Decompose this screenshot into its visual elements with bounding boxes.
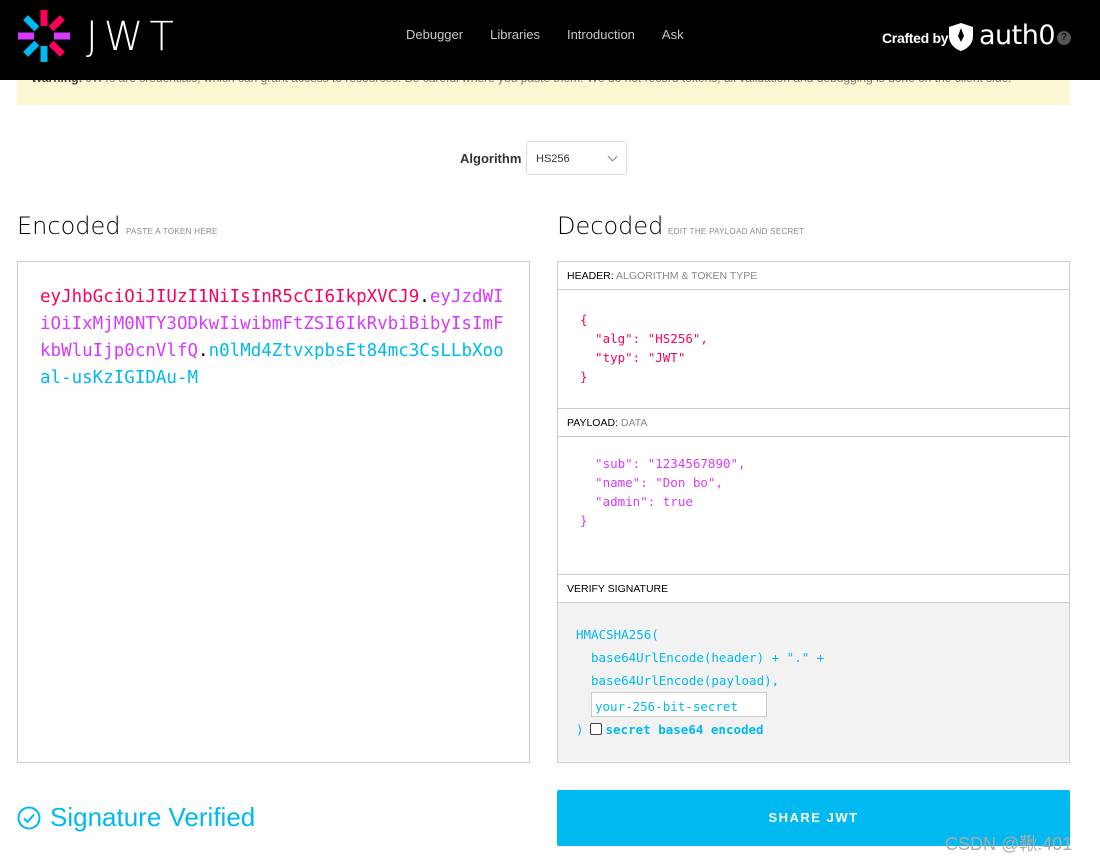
algorithm-select[interactable]: HS256 [526, 141, 627, 175]
watermark: CSDN @鞦.401 [945, 834, 1073, 854]
decoded-panel: HEADER: ALGORITHM & TOKEN TYPE { "alg": … [557, 261, 1070, 763]
nav-introduction[interactable]: Introduction [567, 27, 635, 42]
payload-line: } [580, 513, 588, 528]
payload-panel-heading: PAYLOAD: DATA [558, 409, 1069, 437]
hmac-close: ) [576, 722, 584, 737]
decoded-subtitle: EDIT THE PAYLOAD AND SECRET [668, 227, 805, 236]
check-circle-icon [17, 806, 41, 830]
nav-ask[interactable]: Ask [662, 27, 684, 42]
payload-line: "admin": true [580, 494, 693, 509]
token-dot: . [198, 341, 209, 361]
encoded-subtitle: PASTE A TOKEN HERE [126, 227, 218, 236]
encoded-title: Encoded [17, 212, 121, 240]
payload-json-editor[interactable]: "sub": "1234567890", "name": "Don bo", "… [558, 437, 1069, 575]
crafted-by-label: Crafted by [882, 30, 949, 46]
hmac-line-payload: base64UrlEncode(payload), [591, 673, 780, 688]
main-nav: Debugger Libraries Introduction Ask [406, 27, 711, 42]
base64-label[interactable]: secret base64 encoded [606, 722, 764, 737]
algorithm-value: HS256 [536, 153, 570, 165]
secret-input[interactable]: your-256-bit-secret [591, 692, 767, 717]
logo-text[interactable]: JWT [86, 14, 180, 60]
payload-line: "name": "Don bo", [580, 475, 723, 490]
hmac-function: HMACSHA256( [576, 627, 659, 642]
header-line: } [580, 369, 588, 384]
chevron-down-icon [607, 151, 618, 162]
header-panel-label: HEADER: [567, 270, 614, 282]
nav-libraries[interactable]: Libraries [490, 27, 540, 42]
base64-checkbox[interactable] [589, 723, 602, 735]
encoded-token-input[interactable]: eyJhbGciOiJIUzI1NiIsInR5cCI6IkpXVCJ9.eyJ… [17, 261, 530, 763]
payload-line: "sub": "1234567890", [580, 456, 746, 471]
header-line: "alg": "HS256", [580, 331, 708, 346]
nav-debugger[interactable]: Debugger [406, 27, 463, 42]
header-line: "typ": "JWT" [580, 350, 686, 365]
auth0-brand[interactable]: auth0 [979, 20, 1056, 51]
verify-panel-label: VERIFY SIGNATURE [567, 583, 669, 595]
signature-status: Signature Verified [50, 802, 256, 832]
help-icon[interactable]: ? [1057, 31, 1071, 45]
top-navbar: JWT Debugger Libraries Introduction Ask … [0, 0, 1100, 80]
algorithm-label: Algorithm [460, 151, 522, 166]
verify-panel-heading: VERIFY SIGNATURE [558, 575, 1069, 603]
token-header-part: eyJhbGciOiJIUzI1NiIsInR5cCI6IkpXVCJ9 [40, 287, 420, 307]
payload-panel-sub: DATA [620, 417, 648, 429]
header-panel-sub: ALGORITHM & TOKEN TYPE [616, 270, 758, 282]
header-line: { [580, 312, 588, 327]
header-panel-heading: HEADER: ALGORITHM & TOKEN TYPE [558, 262, 1069, 290]
jwt-logo-icon[interactable] [16, 8, 72, 64]
hmac-line-header: base64UrlEncode(header) + "." + [591, 650, 825, 665]
header-json-editor[interactable]: { "alg": "HS256", "typ": "JWT" } [558, 290, 1069, 409]
auth0-shield-icon[interactable] [948, 22, 974, 52]
verify-signature-body: HMACSHA256( base64UrlEncode(header) + ".… [558, 603, 1069, 761]
payload-panel-label: PAYLOAD: [567, 417, 618, 429]
decoded-title: Decoded [557, 212, 664, 240]
token-dot: . [419, 287, 430, 307]
